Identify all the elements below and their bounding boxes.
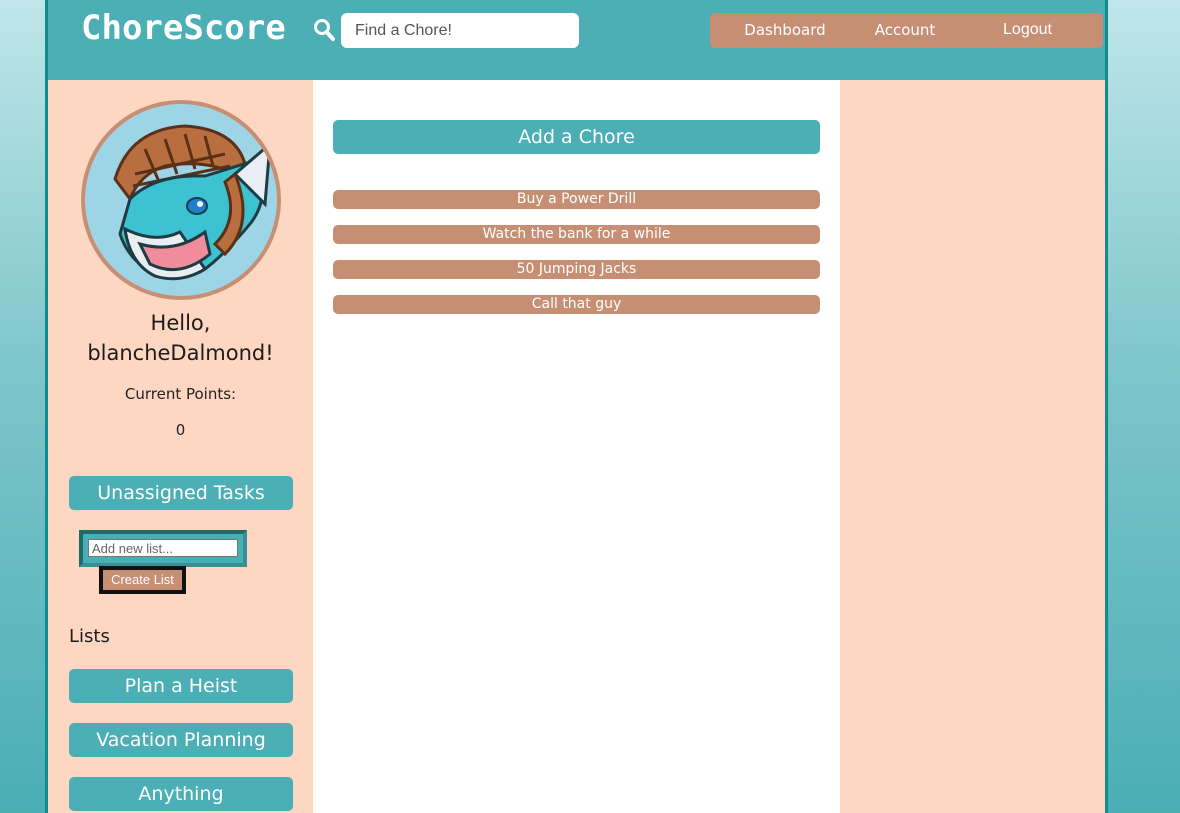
- main-content: Add a Chore Buy a Power Drill Watch the …: [313, 80, 840, 813]
- list-item-anything[interactable]: Anything: [69, 777, 293, 811]
- chore-item[interactable]: Call that guy: [333, 295, 820, 314]
- points-label: Current Points:: [124, 385, 237, 403]
- create-list-button[interactable]: Create List: [99, 566, 186, 594]
- list-item-vacation-planning[interactable]: Vacation Planning: [69, 723, 293, 757]
- nav-dashboard-link[interactable]: Dashboard: [740, 13, 830, 48]
- left-sidebar: Hello, blancheDalmond! Current Points: 0…: [48, 80, 313, 813]
- chore-item[interactable]: Buy a Power Drill: [333, 190, 820, 209]
- search-input[interactable]: [341, 13, 579, 48]
- lists-heading: Lists: [69, 626, 110, 647]
- logo[interactable]: ChoreScore: [81, 8, 286, 48]
- add-chore-button[interactable]: Add a Chore: [333, 120, 820, 154]
- app-frame: ChoreScore Dashboard Account Logout: [45, 0, 1108, 813]
- search-icon[interactable]: [313, 18, 335, 42]
- greeting: Hello, blancheDalmond!: [48, 308, 313, 368]
- chore-item[interactable]: 50 Jumping Jacks: [333, 260, 820, 279]
- nav-account-link[interactable]: Account: [865, 13, 945, 48]
- points-value: 0: [175, 421, 186, 439]
- new-list-input[interactable]: [88, 539, 238, 557]
- chore-item[interactable]: Watch the bank for a while: [333, 225, 820, 244]
- list-item-plan-a-heist[interactable]: Plan a Heist: [69, 669, 293, 703]
- header: ChoreScore Dashboard Account Logout: [48, 0, 1105, 80]
- avatar: [81, 100, 281, 300]
- new-list-form: [79, 530, 247, 567]
- greeting-username: blancheDalmond!: [87, 341, 274, 365]
- unassigned-tasks-button[interactable]: Unassigned Tasks: [69, 476, 293, 510]
- right-panel: [840, 80, 1105, 813]
- logout-button[interactable]: Logout: [990, 13, 1065, 48]
- nav-bar: Dashboard Account Logout: [710, 13, 1103, 48]
- greeting-line-1: Hello,: [150, 311, 211, 335]
